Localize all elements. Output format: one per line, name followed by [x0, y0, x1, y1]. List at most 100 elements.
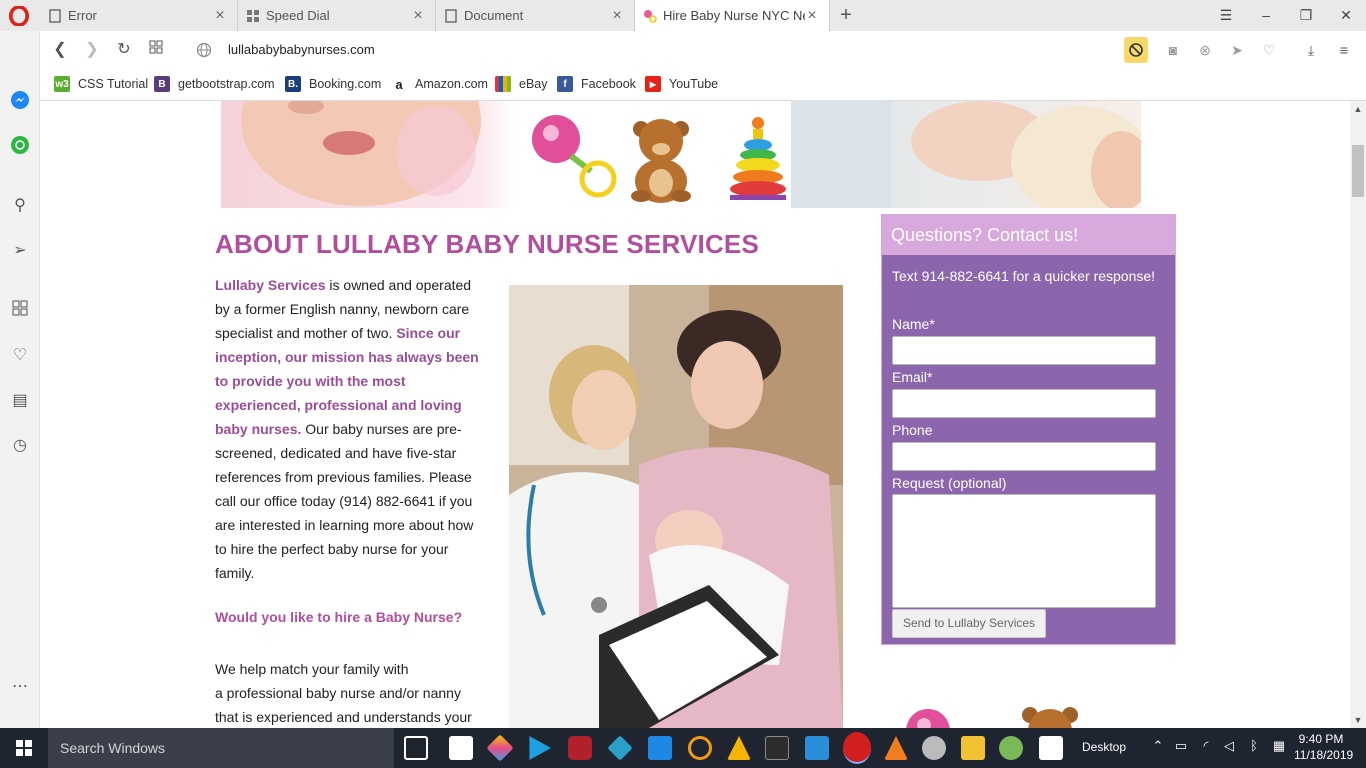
- app-icon-red[interactable]: [568, 736, 592, 760]
- facebook-icon: f: [557, 76, 573, 92]
- vlc-icon[interactable]: [884, 736, 908, 760]
- opera-logo-icon[interactable]: [8, 6, 30, 26]
- adblock-icon[interactable]: [1124, 37, 1148, 63]
- send-icon[interactable]: ➢: [9, 240, 31, 262]
- scroll-up-icon[interactable]: ▲: [1353, 104, 1363, 114]
- chevron-up-icon[interactable]: ⌃: [1149, 738, 1167, 754]
- bookmark-label: Amazon.com: [415, 77, 488, 91]
- wifi-icon[interactable]: ◜: [1197, 738, 1215, 754]
- speed-dial-icon[interactable]: [9, 300, 31, 322]
- close-icon[interactable]: ×: [411, 7, 425, 23]
- tab-bar: Error × Speed Dial × Document × Hire Bab…: [0, 0, 1366, 31]
- tabs-grid-icon[interactable]: [146, 40, 166, 60]
- easy-setup-icon[interactable]: ≡: [1335, 41, 1353, 59]
- terminal-icon[interactable]: [765, 736, 789, 760]
- camera-icon[interactable]: ◙: [1164, 41, 1182, 59]
- tracker-icon[interactable]: ⊗: [1196, 41, 1214, 59]
- email-field[interactable]: [892, 389, 1156, 418]
- phone-field[interactable]: [892, 442, 1156, 471]
- restore-icon[interactable]: ❐: [1295, 5, 1317, 25]
- bookmarks-heart-icon[interactable]: ♡: [9, 345, 31, 367]
- minimize-icon[interactable]: –: [1255, 5, 1277, 25]
- scroll-thumb[interactable]: [1352, 145, 1364, 197]
- bookmark-label: Facebook: [581, 77, 636, 91]
- app-icon-blue[interactable]: [607, 735, 633, 761]
- play-icon[interactable]: [529, 736, 551, 760]
- search-app-icon[interactable]: [688, 736, 712, 760]
- bookmark-label: CSS Tutorial: [78, 77, 149, 91]
- paint-icon[interactable]: [999, 736, 1023, 760]
- new-tab-button[interactable]: +: [836, 4, 856, 26]
- send-icon[interactable]: ➤: [1228, 41, 1246, 59]
- triangle-app-icon[interactable]: [727, 736, 751, 760]
- bookmark-booking[interactable]: B. Booking.com: [285, 76, 381, 92]
- opera-sidebar: ⚲ ➢ ♡ ▤ ◷ ⋯: [0, 31, 40, 728]
- nurse-photo: [509, 285, 843, 728]
- date: 11/18/2019: [1294, 748, 1354, 762]
- name-field[interactable]: [892, 336, 1156, 365]
- bookmark-facebook[interactable]: f Facebook: [557, 76, 636, 92]
- bookmark-label: getbootstrap.com: [178, 77, 275, 91]
- back-icon[interactable]: ❮: [50, 40, 70, 60]
- bookmark-youtube[interactable]: ▶ YouTube: [645, 76, 718, 92]
- file-explorer-icon[interactable]: [961, 736, 985, 760]
- tab-error[interactable]: Error ×: [40, 0, 238, 31]
- heart-icon[interactable]: ♡: [1260, 41, 1278, 59]
- news-icon[interactable]: ▤: [9, 390, 31, 412]
- app-icon-gray[interactable]: [922, 736, 946, 760]
- time: 9:40 PM: [1298, 732, 1344, 746]
- task-view-icon[interactable]: [404, 736, 428, 760]
- tab-speed-dial[interactable]: Speed Dial ×: [238, 0, 436, 31]
- action-center-icon[interactable]: ▦: [1270, 738, 1288, 754]
- page-title: ABOUT LULLABY BABY NURSE SERVICES: [215, 229, 760, 259]
- about-paragraph: Lullaby Services is owned and operated b…: [215, 273, 485, 585]
- search-placeholder: Search Windows: [60, 740, 166, 756]
- history-icon[interactable]: ◷: [9, 435, 31, 457]
- store-icon[interactable]: [449, 736, 473, 760]
- page-icon: [48, 8, 62, 23]
- bookmark-amazon[interactable]: a Amazon.com: [391, 76, 488, 92]
- desktop-label[interactable]: Desktop: [1082, 740, 1126, 754]
- help-line: that is experienced and understands your: [215, 709, 472, 725]
- more-icon[interactable]: ⋯: [9, 676, 31, 698]
- bluetooth-icon[interactable]: ᛒ: [1245, 738, 1263, 753]
- tab-hire-baby-nurse[interactable]: Hire Baby Nurse NYC New ×: [635, 0, 830, 31]
- opera-taskbar-icon[interactable]: [843, 732, 871, 764]
- bookmark-label: YouTube: [669, 77, 719, 91]
- globe-icon: [196, 42, 212, 58]
- vscode-icon[interactable]: [805, 736, 829, 760]
- scroll-down-icon[interactable]: ▼: [1353, 715, 1363, 725]
- volume-icon[interactable]: ◁: [1220, 738, 1238, 754]
- reload-icon[interactable]: ↻: [114, 40, 134, 60]
- search-icon[interactable]: ⚲: [9, 195, 31, 217]
- bookmark-label: eBay: [519, 77, 548, 91]
- grid-icon: [246, 9, 260, 23]
- bookmark-getbootstrap[interactable]: B getbootstrap.com: [154, 76, 275, 92]
- messenger-icon[interactable]: [9, 89, 31, 111]
- contact-form-panel: Questions? Contact us! Text 914-882-6641…: [881, 214, 1176, 645]
- close-icon[interactable]: ×: [610, 7, 624, 23]
- settings-icon[interactable]: [648, 736, 672, 760]
- tab-document[interactable]: Document ×: [436, 0, 635, 31]
- bookmark-ebay[interactable]: eBay: [495, 76, 548, 92]
- battery-icon[interactable]: ▭: [1172, 738, 1190, 754]
- page-scrollbar[interactable]: ▲ ▼: [1350, 101, 1366, 728]
- banner-image: [241, 101, 1141, 208]
- request-textarea[interactable]: [892, 494, 1156, 608]
- close-icon[interactable]: ×: [805, 7, 819, 23]
- clock[interactable]: 9:40 PM 11/18/2019: [1294, 731, 1354, 763]
- forward-icon[interactable]: ❯: [82, 40, 102, 60]
- close-icon[interactable]: ×: [213, 7, 227, 23]
- windows-start-icon[interactable]: [0, 728, 48, 768]
- tab-menu-icon[interactable]: ☰: [1215, 5, 1237, 25]
- tab-title: Document: [464, 8, 524, 23]
- app-icon-diamond[interactable]: [486, 734, 514, 762]
- whatsapp-icon[interactable]: [9, 134, 31, 156]
- mongodb-icon[interactable]: [1039, 736, 1063, 760]
- send-button[interactable]: Send to Lullaby Services: [892, 609, 1046, 638]
- download-icon[interactable]: ⤓: [1302, 41, 1320, 59]
- taskbar-search[interactable]: Search Windows: [48, 728, 394, 768]
- close-window-icon[interactable]: ✕: [1335, 5, 1357, 25]
- url-field[interactable]: lullababybabynurses.com: [228, 42, 375, 57]
- bookmark-css-tutorial[interactable]: w3 CSS Tutorial: [54, 76, 148, 92]
